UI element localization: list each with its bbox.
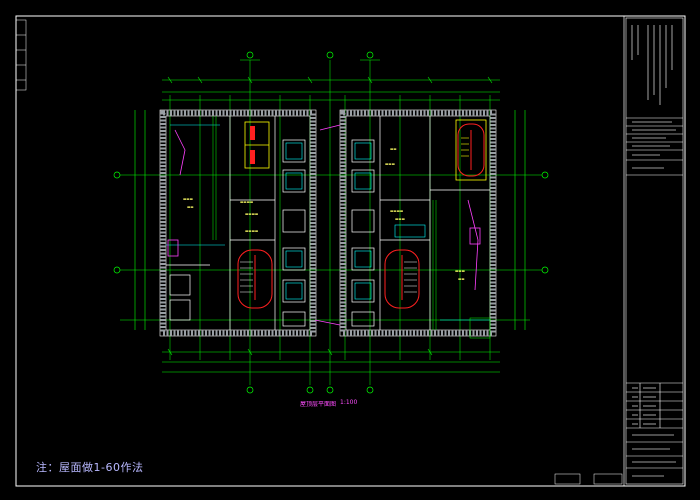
svg-text:▬▬▬: ▬▬▬ bbox=[395, 217, 405, 221]
svg-text:▬▬: ▬▬ bbox=[187, 205, 194, 209]
bottom-stamp-boxes bbox=[554, 473, 623, 485]
stair-left bbox=[237, 249, 273, 309]
svg-text:▬▬▬: ▬▬▬ bbox=[455, 269, 465, 273]
svg-text:▬▬▬▬: ▬▬▬▬ bbox=[245, 229, 258, 233]
binding-strip bbox=[15, 19, 27, 91]
shaft-cyan-marks bbox=[166, 124, 490, 321]
plan-scale: 1:100 bbox=[340, 399, 358, 406]
svg-text:▬▬: ▬▬ bbox=[390, 147, 397, 151]
svg-text:▬▬: ▬▬ bbox=[458, 277, 465, 281]
svg-text:▬▬▬: ▬▬▬ bbox=[183, 197, 193, 201]
svg-text:▬▬▬: ▬▬▬ bbox=[385, 162, 395, 166]
svg-text:▬▬▬▬: ▬▬▬▬ bbox=[390, 209, 403, 213]
svg-text:▬▬▬▬: ▬▬▬▬ bbox=[245, 212, 258, 216]
bottom-dimensions bbox=[162, 351, 500, 373]
interior-partitions bbox=[166, 116, 490, 330]
drawing-note: 注：屋面做1-60作法 bbox=[36, 461, 144, 474]
axis-bubbles bbox=[113, 51, 549, 394]
detail-lines bbox=[212, 116, 491, 339]
plan-title: 屋顶层平面图 bbox=[300, 401, 337, 408]
stair-right bbox=[457, 123, 485, 177]
wall-outline bbox=[159, 109, 497, 337]
inner-frame bbox=[15, 15, 625, 487]
yellow-shafts bbox=[244, 119, 487, 181]
building-walls bbox=[160, 110, 496, 336]
title-block-text-marks bbox=[631, 25, 676, 477]
top-dimensions bbox=[162, 59, 500, 101]
title-block bbox=[625, 17, 684, 485]
svg-text:▬▬▬▬: ▬▬▬▬ bbox=[240, 200, 253, 204]
stair-center bbox=[384, 249, 420, 309]
outer-frame bbox=[15, 15, 686, 487]
room-labels: ▬▬▬▬▬ ▬▬▬▬▬▬▬▬ ▬▬▬▬ ▬▬▬▬▬▬▬ ▬▬▬▬▬ ▬▬▬▬▬ bbox=[183, 147, 465, 281]
cad-drawing-canvas[interactable]: ▬▬▬▬▬ ▬▬▬▬▬▬▬▬ ▬▬▬▬ ▬▬▬▬▬▬▬ ▬▬▬▬▬ ▬▬▬▬▬ bbox=[0, 0, 700, 500]
